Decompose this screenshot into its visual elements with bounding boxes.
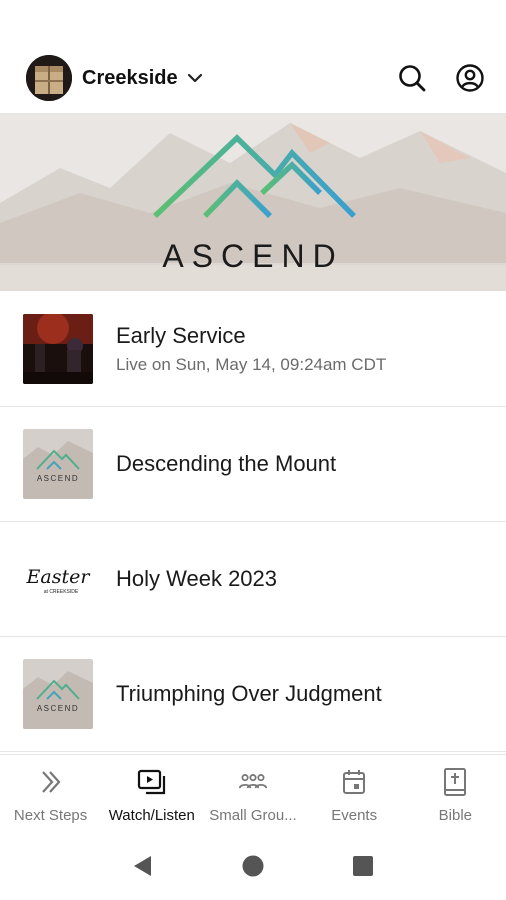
list-item-early-service[interactable]: Early Service Live on Sun, May 14, 09:24… xyxy=(0,292,506,407)
status-bar-space xyxy=(0,0,506,44)
calendar-icon xyxy=(343,770,366,794)
series-hero-banner[interactable]: ASCEND xyxy=(0,113,506,291)
back-icon[interactable] xyxy=(131,854,155,878)
church-building-icon xyxy=(26,55,72,101)
tab-next-steps[interactable]: Next Steps xyxy=(0,755,101,832)
app-header: Creekside xyxy=(0,44,506,112)
search-icon xyxy=(399,65,426,92)
tab-small-groups[interactable]: Small Grou... xyxy=(202,755,303,832)
item-subtitle: Live on Sun, May 14, 09:24am CDT xyxy=(116,355,387,374)
early-service-thumbnail xyxy=(23,314,93,384)
list-item-holy-week-2023[interactable]: Easter at CREEKSIDE Holy Week 2023 xyxy=(0,522,506,637)
svg-text:ASCEND: ASCEND xyxy=(37,704,79,713)
ascend-thumbnail: ASCEND xyxy=(23,429,93,499)
search-button[interactable] xyxy=(396,62,428,94)
system-nav-bar xyxy=(0,832,506,900)
svg-text:at CREEKSIDE: at CREEKSIDE xyxy=(44,589,79,595)
item-title: Early Service xyxy=(116,323,246,348)
ascend-thumbnail: ASCEND xyxy=(23,659,93,729)
tab-label: Events xyxy=(331,807,378,824)
list-item-descending-the-mount[interactable]: ASCEND Descending the Mount xyxy=(0,407,506,522)
tab-label: Small Grou... xyxy=(209,807,297,824)
item-title: Holy Week 2023 xyxy=(116,566,278,591)
tab-label: Next Steps xyxy=(13,807,88,824)
tab-events[interactable]: Events xyxy=(304,755,405,832)
play-stack-icon xyxy=(137,769,165,795)
account-icon xyxy=(456,64,484,92)
series-title: ASCEND xyxy=(162,238,344,274)
svg-text:ASCEND: ASCEND xyxy=(37,474,79,483)
church-name[interactable]: Creekside xyxy=(82,67,178,90)
bible-icon xyxy=(444,768,467,796)
recents-icon[interactable] xyxy=(351,854,375,878)
bottom-tab-bar: Next Steps Watch/Listen Small Grou... Ev… xyxy=(0,754,506,832)
church-avatar[interactable] xyxy=(26,55,72,101)
easter-thumbnail: Easter at CREEKSIDE xyxy=(23,544,93,614)
home-icon[interactable] xyxy=(241,854,265,878)
tab-label: Watch/Listen xyxy=(108,807,195,824)
group-icon xyxy=(238,774,268,789)
double-chevron-icon xyxy=(41,771,61,793)
chevron-down-icon[interactable] xyxy=(186,69,204,87)
tab-watch-listen[interactable]: Watch/Listen xyxy=(101,755,202,832)
tab-bible[interactable]: Bible xyxy=(405,755,506,832)
account-button[interactable] xyxy=(454,62,486,94)
item-title: Descending the Mount xyxy=(116,451,337,476)
tab-label: Bible xyxy=(438,807,473,824)
list-item-triumphing-over-judgment[interactable]: ASCEND Triumphing Over Judgment xyxy=(0,637,506,752)
svg-text:Easter: Easter xyxy=(26,566,92,588)
item-title: Triumphing Over Judgment xyxy=(116,681,382,706)
media-list: Early Service Live on Sun, May 14, 09:24… xyxy=(0,292,506,752)
